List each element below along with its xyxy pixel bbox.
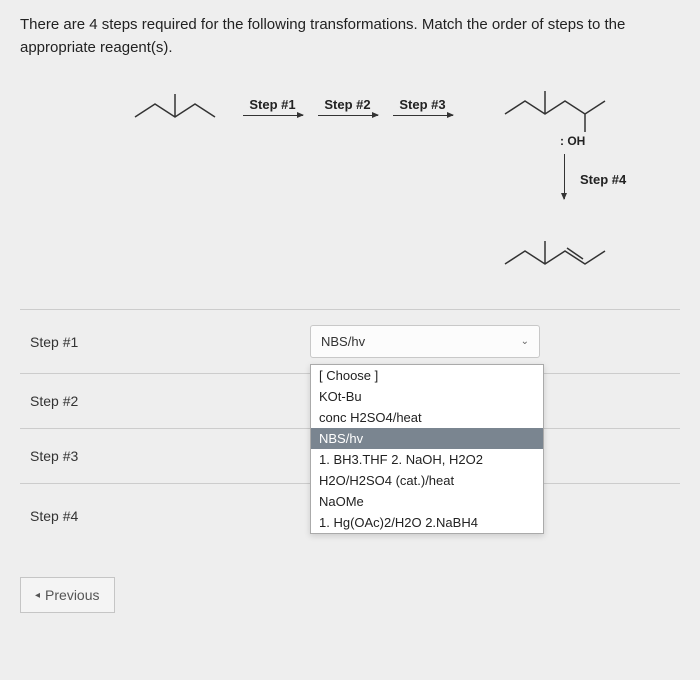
dropdown-choose[interactable]: [ Choose ] — [311, 365, 543, 386]
product-structure — [500, 224, 620, 269]
arrow-step-3: Step #3 — [385, 97, 460, 116]
step-label-2: Step #2 — [20, 393, 310, 409]
step1-dropdown-menu[interactable]: [ Choose ] KOt-Bu conc H2SO4/heat NBS/hv… — [310, 364, 544, 534]
chevron-left-icon: ◂ — [35, 590, 40, 601]
step-label-3: Step #3 — [20, 448, 310, 464]
question-prompt: There are 4 steps required for the follo… — [20, 14, 680, 59]
previous-button[interactable]: ◂ Previous — [20, 577, 115, 613]
dropdown-option-5[interactable]: NaOMe — [311, 491, 543, 512]
chevron-down-icon: ⌄ — [521, 336, 529, 347]
arrow-line-icon — [318, 115, 378, 116]
dropdown-option-0[interactable]: KOt-Bu — [311, 386, 543, 407]
arrow-step-1: Step #1 — [235, 97, 310, 116]
reaction-diagram: Step #1 Step #2 Step #3 : OH Step #4 — [20, 79, 680, 299]
reaction-arrows: Step #1 Step #2 Step #3 — [235, 97, 460, 116]
down-arrow-icon — [564, 154, 565, 199]
step1-select-value: NBS/hv — [321, 334, 365, 349]
step-label-4: Step #4 — [20, 508, 310, 524]
arrow-label-3: Step #3 — [385, 97, 460, 112]
dropdown-option-2[interactable]: NBS/hv — [311, 428, 543, 449]
step1-select[interactable]: NBS/hv ⌄ — [310, 325, 540, 358]
dropdown-option-4[interactable]: H2O/H2SO4 (cat.)/heat — [311, 470, 543, 491]
arrow-label-2: Step #2 — [310, 97, 385, 112]
arrow-label-1: Step #1 — [235, 97, 310, 112]
step-label-1: Step #1 — [20, 334, 310, 350]
reactant-structure — [130, 89, 220, 124]
arrow-label-4: Step #4 — [580, 172, 626, 187]
answer-table: Step #1 NBS/hv ⌄ ↖ Step #2 Step #3 Step … — [20, 309, 680, 547]
dropdown-option-6[interactable]: 1. Hg(OAc)2/H2O 2.NaBH4 — [311, 512, 543, 533]
dropdown-option-1[interactable]: conc H2SO4/heat — [311, 407, 543, 428]
arrow-step-2: Step #2 — [310, 97, 385, 116]
arrow-line-icon — [393, 115, 453, 116]
dropdown-option-3[interactable]: 1. BH3.THF 2. NaOH, H2O2 — [311, 449, 543, 470]
arrow-line-icon — [243, 115, 303, 116]
intermediate-structure — [500, 84, 620, 134]
previous-button-label: Previous — [45, 587, 99, 603]
oh-label: : OH — [560, 134, 585, 148]
